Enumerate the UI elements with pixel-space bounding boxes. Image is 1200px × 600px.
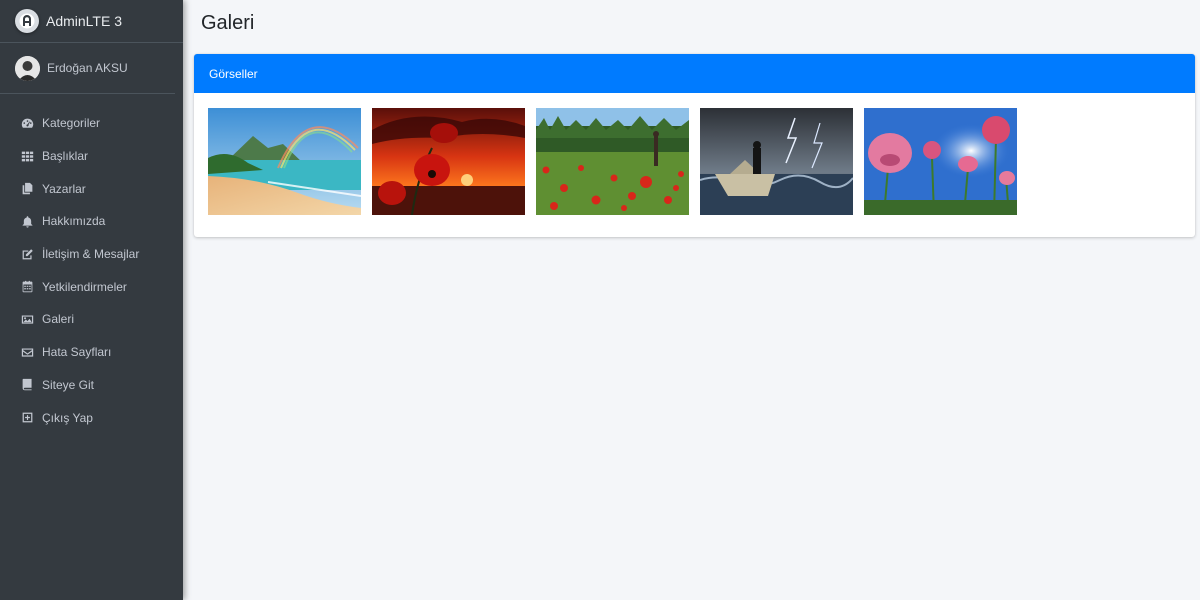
gallery-image-pink-poppies-sky[interactable] xyxy=(864,108,1017,215)
gallery-image-poppy-field[interactable] xyxy=(536,108,689,215)
sidebar-item-label: Çıkış Yap xyxy=(42,410,93,425)
avatar xyxy=(15,55,40,81)
brand-link[interactable]: AdminLTE 3 xyxy=(0,0,183,43)
sidebar-item-label: Hakkımızda xyxy=(42,214,106,229)
gallery-grid xyxy=(208,108,1017,215)
sidebar-item-label: Hata Sayfları xyxy=(42,345,112,360)
sidebar-item-label: Kategoriler xyxy=(42,116,101,131)
plus-square-icon xyxy=(20,411,35,425)
sidebar-item-label: Yetkilendirmeler xyxy=(42,279,127,294)
sidebar: AdminLTE 3 Erdoğan AKSU Kategoriler Başl… xyxy=(0,0,183,600)
bell-icon xyxy=(20,214,35,228)
sidebar-item-kategoriler[interactable]: Kategoriler xyxy=(0,107,183,140)
page-title: Galeri xyxy=(201,12,255,34)
gallery-image-beach-rainbow[interactable] xyxy=(208,108,361,215)
grid-icon xyxy=(20,149,35,163)
sidebar-item-siteye-git[interactable]: Siteye Git xyxy=(0,369,183,402)
sidebar-item-label: İletişim & Mesajlar xyxy=(42,247,140,262)
dashboard-icon xyxy=(20,116,35,130)
sidebar-item-basliklar[interactable]: Başlıklar xyxy=(0,140,183,173)
brand-text: AdminLTE 3 xyxy=(46,13,122,29)
sidebar-item-galeri[interactable]: Galeri xyxy=(0,303,183,336)
sidebar-item-label: Başlıklar xyxy=(42,149,89,164)
envelope-icon xyxy=(20,345,35,359)
sidebar-item-iletisim[interactable]: İletişim & Mesajlar xyxy=(0,238,183,271)
sidebar-item-yetkilendirmeler[interactable]: Yetkilendirmeler xyxy=(0,270,183,303)
sidebar-item-hakkimizda[interactable]: Hakkımızda xyxy=(0,205,183,238)
book-icon xyxy=(20,378,35,392)
sidebar-item-label: Siteye Git xyxy=(42,377,95,392)
edit-icon xyxy=(20,247,35,261)
sidebar-item-label: Galeri xyxy=(42,312,75,327)
image-icon xyxy=(20,312,35,326)
gallery-image-paper-boat-storm[interactable] xyxy=(700,108,853,215)
sidebar-item-cikis-yap[interactable]: Çıkış Yap xyxy=(0,401,183,434)
gallery-image-red-poppy-sunset[interactable] xyxy=(372,108,525,215)
copy-icon xyxy=(20,182,35,196)
user-panel[interactable]: Erdoğan AKSU xyxy=(0,43,175,94)
brand-logo xyxy=(15,9,39,33)
card-title: Görseller xyxy=(209,66,258,81)
sidebar-item-label: Yazarlar xyxy=(42,181,86,196)
main-content: Galeri Görseller xyxy=(183,0,1200,600)
calendar-icon xyxy=(20,280,35,294)
user-name: Erdoğan AKSU xyxy=(47,61,128,75)
sidebar-item-hata-sayfalari[interactable]: Hata Sayfları xyxy=(0,336,183,369)
sidebar-nav: Kategoriler Başlıklar Yazarlar Hakkımızd… xyxy=(0,94,183,434)
sidebar-item-yazarlar[interactable]: Yazarlar xyxy=(0,172,183,205)
card-header: Görseller xyxy=(194,54,1195,93)
